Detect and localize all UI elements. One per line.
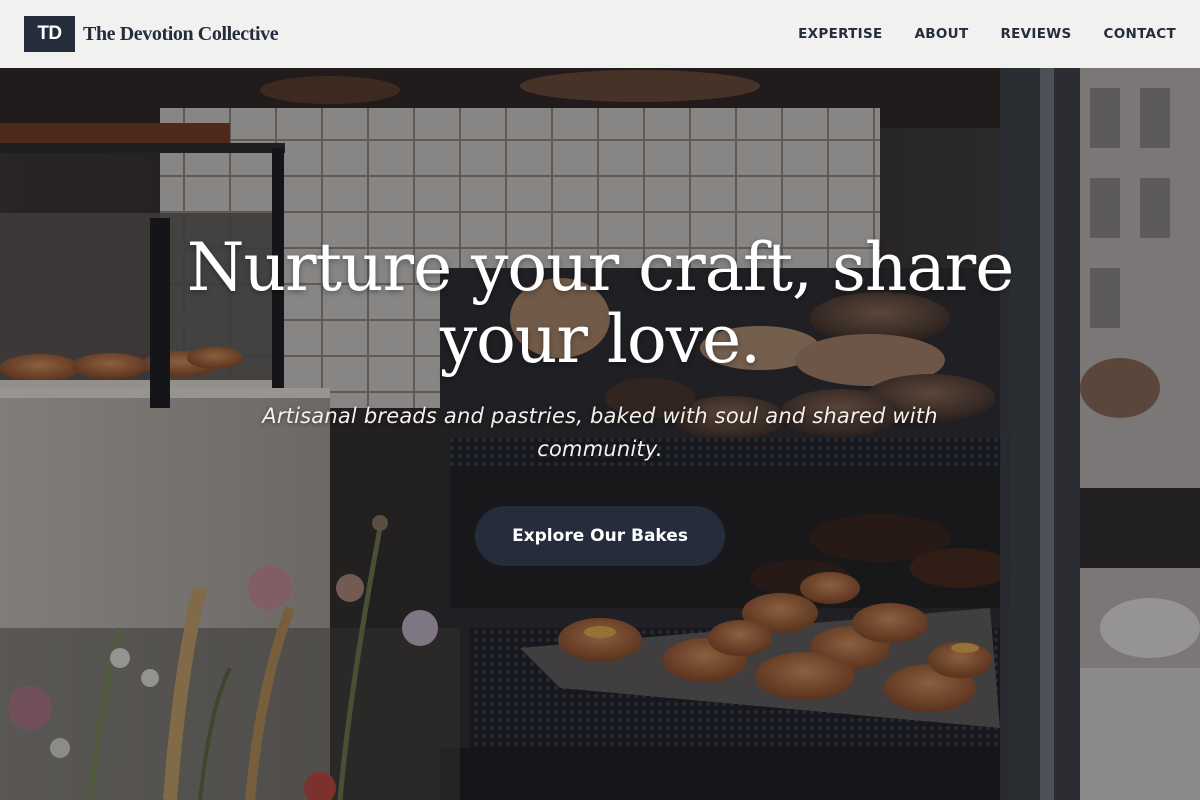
brand-name: The Devotion Collective xyxy=(83,22,279,45)
main-nav: EXPERTISE ABOUT REVIEWS CONTACT xyxy=(798,26,1176,42)
nav-item-contact[interactable]: CONTACT xyxy=(1103,26,1176,42)
brand-logo: TD xyxy=(24,16,75,52)
hero-title: Nurture your craft, share your love. xyxy=(186,229,1015,378)
brand-link[interactable]: TD The Devotion Collective xyxy=(24,16,279,52)
nav-item-about[interactable]: ABOUT xyxy=(915,26,969,42)
hero-subtitle: Artisanal breads and pastries, baked wit… xyxy=(262,404,938,461)
explore-bakes-button[interactable]: Explore Our Bakes xyxy=(475,506,725,566)
nav-item-reviews[interactable]: REVIEWS xyxy=(1000,26,1071,42)
site-header: TD The Devotion Collective EXPERTISE ABO… xyxy=(0,0,1200,68)
hero-content: Nurture your craft, share your love. Art… xyxy=(0,68,1200,800)
hero-section: Nurture your craft, share your love. Art… xyxy=(0,68,1200,800)
nav-item-expertise[interactable]: EXPERTISE xyxy=(798,26,882,42)
